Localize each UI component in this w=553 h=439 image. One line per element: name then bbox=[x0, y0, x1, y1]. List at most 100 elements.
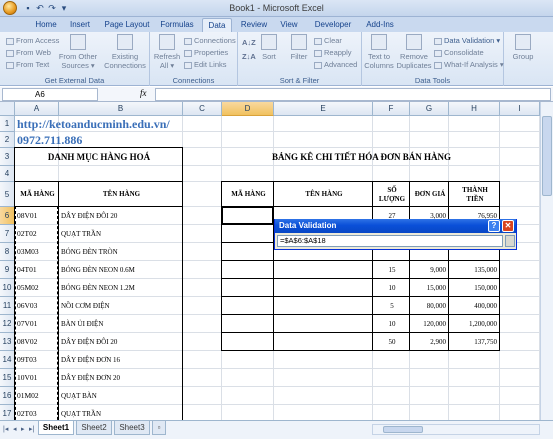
row-header-9[interactable]: 9 bbox=[0, 261, 15, 279]
column-header-b[interactable]: B bbox=[59, 102, 183, 116]
row-header-2[interactable]: 2 bbox=[0, 132, 15, 148]
prev-sheet-icon[interactable]: ◂ bbox=[13, 425, 17, 433]
insert-function-icon[interactable]: fx bbox=[140, 88, 147, 98]
phone-number: 0972.711.886 bbox=[17, 133, 83, 147]
row-header-1[interactable]: 1 bbox=[0, 116, 15, 132]
row-header-12[interactable]: 12 bbox=[0, 315, 15, 333]
group-label: Data Tools bbox=[414, 76, 451, 85]
consolidate-button[interactable]: Consolidate bbox=[434, 48, 484, 58]
row-header-4[interactable]: 4 bbox=[0, 166, 15, 182]
row-header-16[interactable]: 16 bbox=[0, 387, 15, 405]
advanced-button[interactable]: Advanced bbox=[314, 60, 357, 70]
name-box[interactable]: A6 bbox=[2, 88, 98, 101]
column-header-e[interactable]: E bbox=[274, 102, 373, 116]
tab-view[interactable]: View bbox=[274, 18, 304, 32]
data-validation-button[interactable]: Data Validation ▾ bbox=[434, 36, 500, 46]
row-header-7[interactable]: 7 bbox=[0, 225, 15, 243]
tab-data[interactable]: Data bbox=[202, 18, 232, 32]
formula-input[interactable] bbox=[155, 88, 551, 101]
column-header-c[interactable]: C bbox=[183, 102, 222, 116]
sort-za-icon[interactable]: Z↓A bbox=[242, 52, 256, 62]
from-access-button[interactable]: From Access bbox=[6, 36, 59, 46]
tab-home[interactable]: Home bbox=[30, 18, 62, 32]
what-if-analysis-button[interactable]: What-If Analysis ▾ bbox=[434, 60, 504, 70]
from-text-button[interactable]: From Text bbox=[6, 60, 49, 70]
filter-button[interactable]: Filter bbox=[288, 34, 310, 61]
insert-sheet-icon[interactable]: ▫ bbox=[152, 421, 166, 435]
row-header-5[interactable]: 5 bbox=[0, 182, 15, 207]
expand-dialog-icon[interactable] bbox=[505, 235, 515, 247]
row-header-10[interactable]: 10 bbox=[0, 279, 15, 297]
invoice-title: BẢNG KÊ CHI TIẾT HÓA ĐƠN BÁN HÀNG bbox=[272, 152, 451, 162]
first-sheet-icon[interactable]: |◂ bbox=[3, 425, 8, 433]
column-header-g[interactable]: G bbox=[410, 102, 449, 116]
sheet-tab-sheet3[interactable]: Sheet3 bbox=[114, 421, 150, 435]
connections-button[interactable]: Connections bbox=[184, 36, 236, 46]
column-header-a[interactable]: A bbox=[15, 102, 59, 116]
group-label: Connections bbox=[172, 76, 215, 85]
row-header-13[interactable]: 13 bbox=[0, 333, 15, 351]
tab-insert[interactable]: Insert bbox=[64, 18, 96, 32]
remove-duplicates-button[interactable]: Remove Duplicates bbox=[396, 34, 432, 70]
selected-cell[interactable] bbox=[221, 206, 274, 225]
edit-links-button[interactable]: Edit Links bbox=[184, 60, 227, 70]
row-header-3[interactable]: 3 bbox=[0, 148, 15, 166]
row-header-11[interactable]: 11 bbox=[0, 297, 15, 315]
text-to-columns-button[interactable]: Text to Columns bbox=[364, 34, 394, 70]
source-range-input[interactable]: =$A$6:$A$18 bbox=[277, 235, 503, 247]
from-web-button[interactable]: From Web bbox=[6, 48, 51, 58]
scroll-thumb[interactable] bbox=[542, 116, 552, 196]
sort-az-icon[interactable]: A↓Z bbox=[242, 38, 256, 48]
data-validation-dialog: Data Validation ? ✕ =$A$6:$A$18 bbox=[274, 219, 517, 250]
group-data-tools: Text to Columns Remove Duplicates Data V… bbox=[362, 32, 504, 86]
formula-bar: A6 fx bbox=[0, 87, 553, 102]
website-link[interactable]: http://ketoanducminh.edu.vn/ bbox=[17, 116, 273, 132]
tab-add-ins[interactable]: Add-Ins bbox=[360, 18, 400, 32]
scroll-thumb[interactable] bbox=[383, 426, 423, 433]
last-sheet-icon[interactable]: ▸| bbox=[29, 425, 34, 433]
tab-developer[interactable]: Developer bbox=[308, 18, 358, 32]
border-line bbox=[222, 332, 500, 333]
sort-button[interactable]: Sort bbox=[260, 34, 278, 61]
border-line bbox=[409, 182, 410, 351]
sheet-tab-sheet2[interactable]: Sheet2 bbox=[76, 421, 112, 435]
column-header-h[interactable]: H bbox=[449, 102, 500, 116]
sheet-tab-sheet1[interactable]: Sheet1 bbox=[38, 421, 74, 435]
copy-marquee bbox=[15, 206, 58, 420]
column-header-d[interactable]: D bbox=[222, 102, 274, 116]
group-outline: Group bbox=[504, 32, 553, 86]
row-header-8[interactable]: 8 bbox=[0, 243, 15, 261]
border-line bbox=[448, 182, 449, 351]
from-other-sources-button[interactable]: From Other Sources ▾ bbox=[58, 34, 98, 70]
border-line bbox=[222, 278, 500, 279]
row-header-17[interactable]: 17 bbox=[0, 405, 15, 420]
tab-review[interactable]: Review bbox=[236, 18, 272, 32]
row-header-15[interactable]: 15 bbox=[0, 369, 15, 387]
border-line bbox=[222, 314, 500, 315]
group-button[interactable]: Group bbox=[510, 34, 536, 61]
border-line bbox=[222, 296, 500, 297]
column-header-f[interactable]: F bbox=[373, 102, 410, 116]
group-sort-filter: A↓Z Z↓A Sort Filter Clear Reapply Advanc… bbox=[238, 32, 362, 86]
tab-page-layout[interactable]: Page Layout bbox=[101, 18, 153, 32]
reapply-button[interactable]: Reapply bbox=[314, 48, 352, 58]
ribbon: From Access From Web From Text From Othe… bbox=[0, 32, 553, 86]
title-bar: ▪ ↶ ↷ ▾ Book1 - Microsoft Excel bbox=[0, 0, 553, 17]
next-sheet-icon[interactable]: ▸ bbox=[21, 425, 25, 433]
group-get-external-data: From Access From Web From Text From Othe… bbox=[0, 32, 150, 86]
row-header-14[interactable]: 14 bbox=[0, 351, 15, 369]
horizontal-scrollbar[interactable] bbox=[372, 424, 540, 435]
select-all-corner[interactable] bbox=[0, 102, 15, 116]
border-line bbox=[222, 260, 500, 261]
row-header-6[interactable]: 6 bbox=[0, 207, 15, 225]
tab-formulas[interactable]: Formulas bbox=[156, 18, 198, 32]
properties-button[interactable]: Properties bbox=[184, 48, 228, 58]
worksheet-grid[interactable]: ABCDEFGHI 12345678910111213141516171819 … bbox=[0, 102, 540, 420]
vertical-scrollbar[interactable] bbox=[540, 102, 553, 420]
close-button[interactable]: ✕ bbox=[502, 220, 514, 232]
existing-connections-button[interactable]: Existing Connections bbox=[102, 34, 148, 70]
clear-button[interactable]: Clear bbox=[314, 36, 342, 46]
help-button[interactable]: ? bbox=[488, 220, 500, 232]
column-header-i[interactable]: I bbox=[500, 102, 540, 116]
refresh-all-button[interactable]: Refresh All ▾ bbox=[152, 34, 182, 70]
